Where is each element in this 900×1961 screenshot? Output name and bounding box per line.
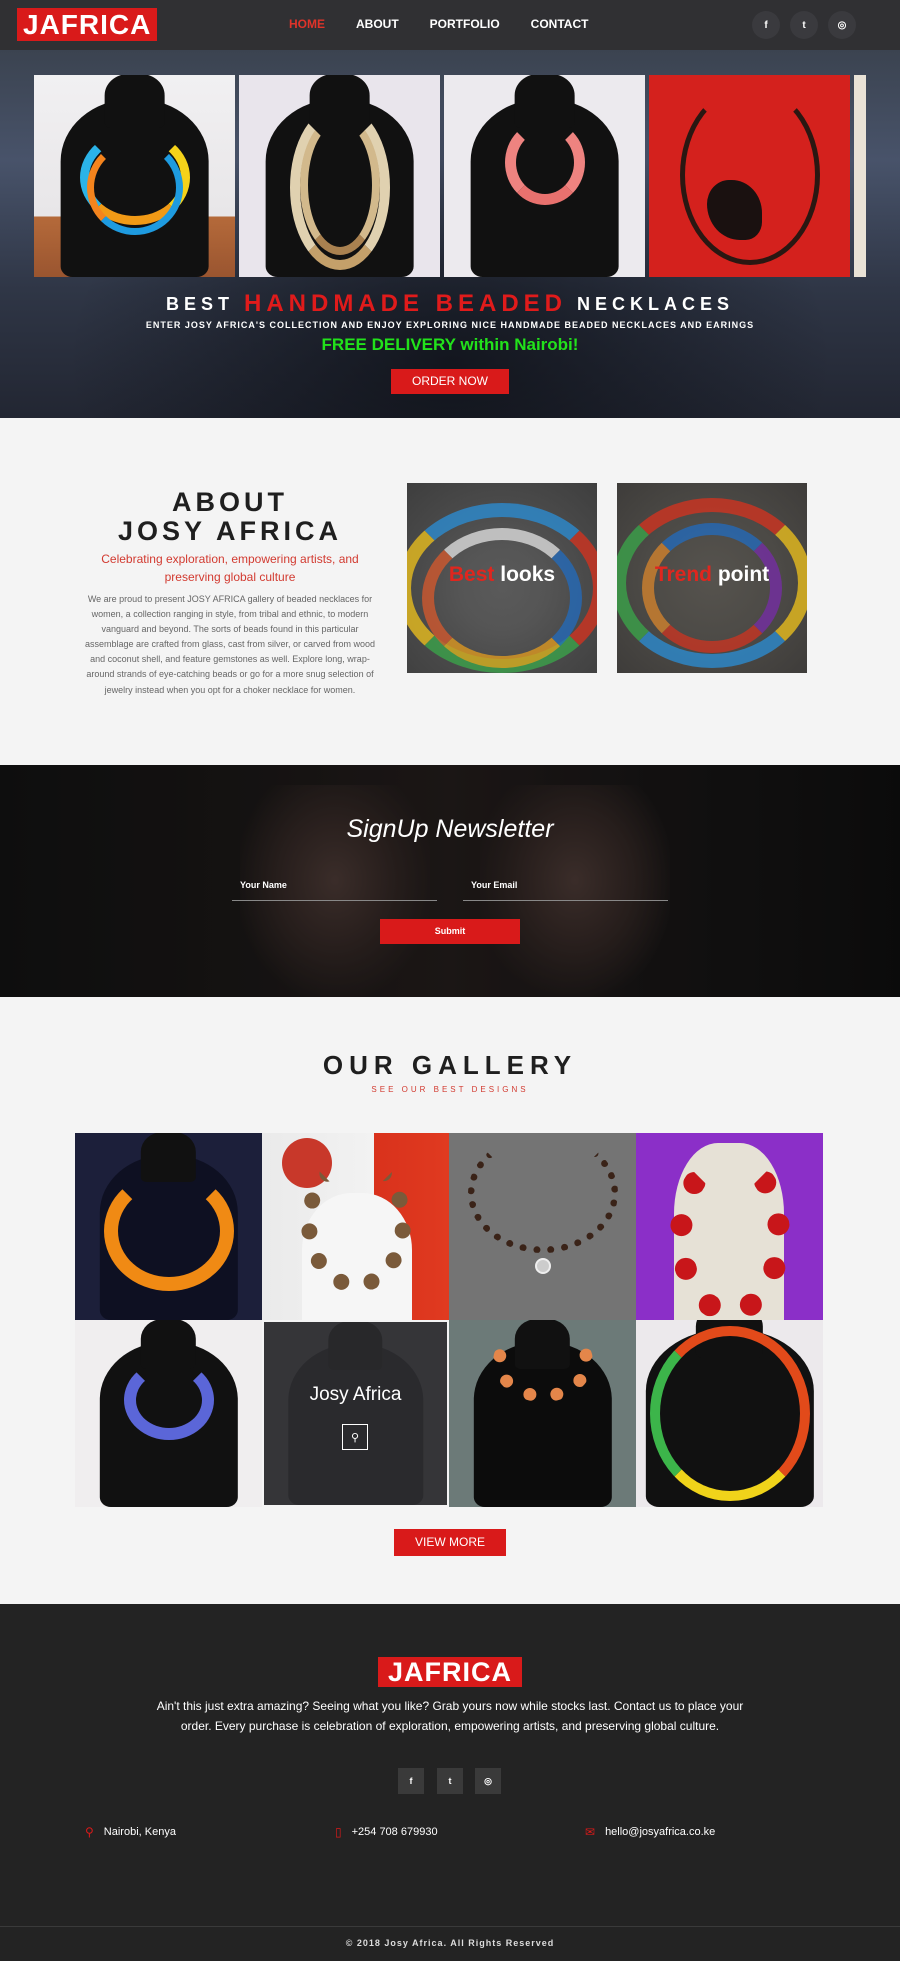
- phone-text[interactable]: +254 708 679930: [352, 1826, 438, 1838]
- trend-point-tile[interactable]: Trend point: [617, 483, 807, 673]
- tile-label: Trend point: [654, 563, 770, 586]
- necklace-image: [299, 115, 380, 255]
- hover-overlay: [264, 1322, 447, 1505]
- tile-label: Best looks: [448, 563, 556, 586]
- search-icon[interactable]: ⚲: [342, 1424, 368, 1450]
- bead-rings: [422, 528, 582, 668]
- hero-subtitle: ENTER JOSY AFRICA'S COLLECTION AND ENJOY…: [145, 320, 755, 330]
- necklace-image: [492, 1322, 593, 1402]
- necklace-image: [103, 1171, 234, 1291]
- necklace-image: [123, 1360, 214, 1440]
- bead-rings: [642, 523, 782, 653]
- gallery-item-hover[interactable]: Josy Africa ⚲: [264, 1322, 447, 1505]
- contact-email: ✉ hello@josyafrica.co.ke: [585, 1825, 715, 1839]
- about-title-line2: JOSY AFRICA: [117, 516, 343, 546]
- name-field[interactable]: Your Name: [232, 877, 437, 901]
- newsletter-title: SignUp Newsletter: [346, 815, 554, 843]
- hero-banner: BEST HANDMADE BEADED NECKLACES ENTER JOS…: [0, 50, 900, 418]
- nav-portfolio[interactable]: PORTFOLIO: [430, 17, 500, 31]
- email-text[interactable]: hello@josyafrica.co.ke: [605, 1826, 715, 1838]
- hero-title-highlight: HANDMADE BEADED: [243, 290, 567, 317]
- hero-title: BEST HANDMADE BEADED NECKLACES: [0, 290, 900, 318]
- necklace-image: [86, 140, 183, 235]
- twitter-icon[interactable]: t: [437, 1768, 463, 1794]
- hero-title-post: NECKLACES: [577, 294, 735, 314]
- location-text: Nairobi, Kenya: [103, 1826, 176, 1838]
- hero-slide-5[interactable]: [854, 75, 866, 277]
- pendant: [535, 1258, 551, 1274]
- view-more-button[interactable]: VIEW MORE: [394, 1529, 506, 1556]
- footer-logo[interactable]: JAFRICA: [378, 1657, 522, 1687]
- phone-icon: ▯: [335, 1825, 342, 1839]
- necklace-image: [669, 1148, 790, 1320]
- newsletter-section: [0, 765, 900, 997]
- logo[interactable]: JAFRICA: [17, 8, 158, 41]
- contact-location: ⚲ Nairobi, Kenya: [85, 1825, 176, 1839]
- hero-slide-4[interactable]: [649, 75, 850, 277]
- necklace-image: [300, 1153, 411, 1293]
- nav-home[interactable]: HOME: [289, 17, 325, 31]
- twitter-icon[interactable]: t: [790, 11, 818, 39]
- instagram-icon[interactable]: ◎: [828, 11, 856, 39]
- delivery-notice: FREE DELIVERY within Nairobi!: [321, 335, 579, 354]
- gallery-item[interactable]: [636, 1320, 823, 1507]
- about-title: ABOUT JOSY AFRICA: [80, 488, 380, 546]
- best-looks-tile[interactable]: Best looks: [407, 483, 597, 673]
- gallery-subtitle: SEE OUR BEST DESIGNS: [371, 1085, 529, 1094]
- hero-title-pre: BEST: [165, 294, 234, 314]
- top-navbar: JAFRICA HOME ABOUT PORTFOLIO CONTACT f t…: [0, 0, 900, 50]
- hero-slide-3[interactable]: [444, 75, 645, 277]
- main-menu: HOME ABOUT PORTFOLIO CONTACT: [289, 17, 588, 31]
- about-subtitle: Celebrating exploration, empowering arti…: [101, 552, 359, 584]
- gallery-item[interactable]: [636, 1133, 823, 1320]
- order-now-button[interactable]: ORDER NOW: [391, 369, 509, 394]
- necklace-image: [467, 1133, 618, 1253]
- necklace-image: [504, 120, 585, 205]
- footer-divider: [0, 1926, 900, 1927]
- about-body: We are proud to present JOSY AFRICA gall…: [84, 594, 376, 695]
- facebook-icon[interactable]: f: [398, 1768, 424, 1794]
- hero-slide-2[interactable]: [239, 75, 440, 277]
- necklace-image: [649, 1326, 810, 1501]
- instagram-icon[interactable]: ◎: [475, 1768, 501, 1794]
- gallery-item[interactable]: [75, 1133, 262, 1320]
- nav-contact[interactable]: CONTACT: [531, 17, 589, 31]
- gallery-item[interactable]: [449, 1133, 636, 1320]
- facebook-icon[interactable]: f: [752, 11, 780, 39]
- map-pin-icon: ⚲: [85, 1825, 94, 1839]
- about-title-line1: ABOUT: [172, 487, 288, 517]
- nav-about[interactable]: ABOUT: [356, 17, 399, 31]
- email-field[interactable]: Your Email: [463, 877, 668, 901]
- mail-icon: ✉: [585, 1825, 596, 1839]
- contact-phone: ▯ +254 708 679930: [335, 1825, 438, 1839]
- copyright: © 2018 Josy Africa. All Rights Reserved: [345, 1938, 555, 1948]
- gallery-item[interactable]: [449, 1320, 636, 1507]
- footer-text: Ain't this just extra amazing? Seeing wh…: [156, 1699, 744, 1733]
- gallery-item[interactable]: [75, 1320, 262, 1507]
- gallery-title: OUR GALLERY: [322, 1050, 578, 1080]
- dark-overlay: [0, 765, 900, 997]
- gallery-item[interactable]: [262, 1133, 449, 1320]
- submit-button[interactable]: Submit: [380, 919, 520, 944]
- overlay-title: Josy Africa: [309, 1384, 402, 1405]
- hero-slide-1[interactable]: [34, 75, 235, 277]
